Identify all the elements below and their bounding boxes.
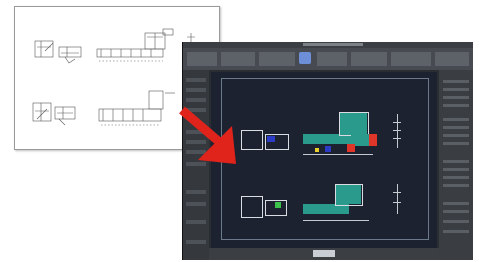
arrow-right-down-icon xyxy=(179,106,236,164)
